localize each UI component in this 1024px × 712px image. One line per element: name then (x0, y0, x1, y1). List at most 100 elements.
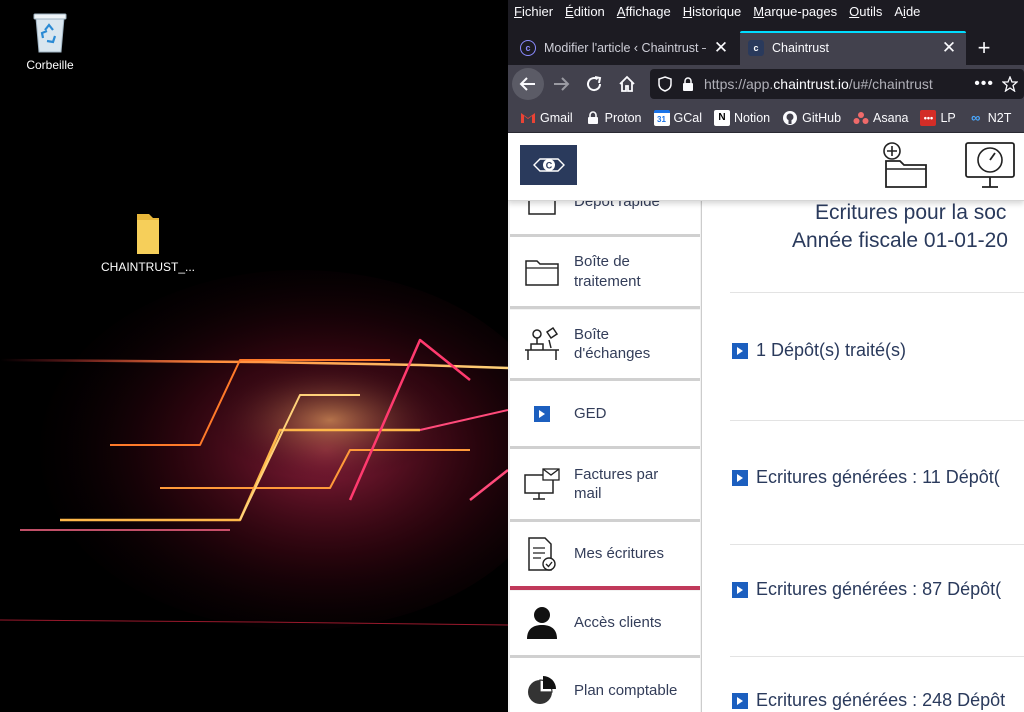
svg-text:C: C (545, 161, 552, 171)
sidebar-item-factures-mail[interactable]: Factures par mail (510, 449, 700, 522)
play-icon (732, 692, 748, 709)
github-icon (782, 110, 798, 126)
lastpass-icon: ••• (920, 109, 937, 126)
asana-icon (853, 110, 869, 126)
menu-aide[interactable]: Aide (894, 4, 920, 19)
arrow-left-icon (519, 77, 535, 91)
bookmark-github[interactable]: GitHub (782, 110, 841, 126)
close-icon[interactable]: ✕ (712, 38, 730, 57)
bookmark-gmail[interactable]: Gmail (520, 110, 573, 126)
bookmark-label: Notion (733, 110, 771, 125)
dashboard-button[interactable] (964, 141, 1016, 194)
menu-fichier[interactable]: Fichier (514, 4, 553, 19)
url-bar[interactable]: https://app. chaintrust.io/u#/chaintrust … (650, 69, 1024, 99)
entry-row[interactable]: 1 Dépôt(s) traité(s) (732, 340, 906, 361)
sidebar-item-label: Accès clients (574, 614, 662, 632)
desktop-icon-label: CHAINTRUST_... (100, 260, 195, 274)
entry-row[interactable]: Ecritures générées : 248 Dépôt (732, 690, 1005, 711)
proton-icon (585, 110, 601, 126)
add-folder-button[interactable] (880, 141, 930, 194)
home-button[interactable] (611, 68, 643, 100)
folder-outline-icon (510, 257, 574, 287)
shield-icon[interactable] (658, 76, 672, 92)
entry-row[interactable]: Ecritures générées : 11 Dépôt( (732, 467, 1000, 488)
desktop-icon-recycle-bin[interactable]: Corbeille (0, 8, 100, 72)
add-folder-icon (883, 142, 927, 188)
dashboard-monitor-icon (965, 142, 1015, 188)
close-icon[interactable]: ✕ (940, 38, 958, 57)
navigation-bar: https://app. chaintrust.io/u#/chaintrust … (508, 65, 1024, 103)
tab-title: Chaintrust (772, 41, 829, 55)
sidebar-item-label: Dépôt rapide (574, 201, 660, 210)
chaintrust-logo[interactable]: C (520, 145, 577, 185)
sidebar-item-boite-echanges[interactable]: Boîte d'échanges (510, 310, 700, 381)
page-actions-icon[interactable]: ••• (966, 75, 1002, 93)
divider (730, 656, 1024, 657)
desk-exchange-icon (510, 326, 574, 362)
main-content: Ecritures pour la soc Année fiscale 01-0… (704, 201, 1024, 712)
play-icon (732, 581, 748, 598)
play-icon (732, 342, 748, 359)
entry-row[interactable]: Ecritures générées : 87 Dépôt( (732, 579, 1001, 600)
sidebar-item-label: Mes écritures (574, 545, 665, 563)
entry-label: Ecritures générées : 87 Dépôt( (756, 579, 1002, 599)
sidebar-item-label: GED (574, 404, 607, 422)
pie-chart-icon (510, 674, 574, 708)
sidebar: Dépôt rapide Boîte de traitement Boîte d… (508, 201, 702, 712)
bookmark-lastpass[interactable]: ••• LP (920, 109, 956, 126)
divider (730, 544, 1024, 545)
bookmark-label: GitHub (802, 110, 842, 125)
bookmark-label: Gmail (540, 110, 573, 125)
bookmark-star-icon[interactable] (1002, 76, 1024, 92)
reload-button[interactable] (578, 68, 610, 100)
menu-historique[interactable]: Historique (683, 4, 742, 19)
play-icon (510, 405, 574, 422)
tab-title: Modifier l'article ‹ Chaintrust — (544, 41, 706, 55)
menu-affichage[interactable]: Affichage (617, 4, 671, 19)
menu-marque-pages[interactable]: Marque-pages (753, 4, 837, 19)
sidebar-item-acces-clients[interactable]: Accès clients (510, 591, 700, 658)
tab-modifier-article[interactable]: c Modifier l'article ‹ Chaintrust — ✕ (512, 31, 738, 65)
back-button[interactable] (512, 68, 544, 100)
bookmark-proton[interactable]: Proton (585, 110, 642, 126)
sidebar-item-mes-ecritures[interactable]: Mes écritures (510, 522, 700, 590)
bookmark-n2t[interactable]: ∞ N2T (968, 110, 1012, 126)
sidebar-item-plan-comptable[interactable]: Plan comptable (510, 658, 700, 712)
fiscal-year-subtitle: Année fiscale 01-01-20 (792, 229, 1008, 252)
sidebar-item-boite-traitement[interactable]: Boîte de traitement (510, 237, 700, 309)
desktop-icon-label: Corbeille (26, 58, 74, 72)
bookmark-notion[interactable]: N Notion (713, 109, 771, 126)
menu-edition[interactable]: Édition (565, 4, 605, 19)
new-tab-button[interactable]: + (968, 31, 1000, 65)
desktop: Corbeille CHAINTRUST_... (0, 0, 508, 712)
bookmark-gcal[interactable]: 31 GCal (653, 109, 702, 126)
menu-outils[interactable]: Outils (849, 4, 882, 19)
forward-button[interactable] (545, 68, 577, 100)
url-host: chaintrust.io (773, 76, 849, 92)
document-check-icon (510, 536, 574, 572)
bookmark-asana[interactable]: Asana (853, 110, 908, 126)
lock-icon[interactable] (682, 76, 694, 92)
sidebar-item-depot-rapide[interactable]: Dépôt rapide (510, 201, 700, 237)
desktop-icon-chaintrust-folder[interactable]: CHAINTRUST_... (98, 212, 198, 274)
sidebar-item-ged[interactable]: GED (510, 381, 700, 449)
sidebar-item-label: Boîte d'échanges (574, 325, 651, 363)
gmail-icon (520, 110, 536, 126)
url-prefix: https://app. (704, 76, 774, 92)
bookmark-label: N2T (987, 110, 1012, 125)
bookmarks-toolbar: Gmail Proton 31 GCal N Notion GitHub Asana… (508, 103, 1024, 133)
app-header: C (508, 133, 1024, 201)
page-title: Ecritures pour la soc (815, 201, 1007, 224)
tab-chaintrust[interactable]: c Chaintrust ✕ (740, 31, 966, 65)
tab-bar: c Modifier l'article ‹ Chaintrust — ✕ c … (508, 22, 1024, 65)
quick-deposit-icon (510, 201, 574, 216)
wallpaper (0, 270, 508, 630)
arrow-right-icon (554, 77, 570, 91)
recycle-bin-icon (33, 13, 67, 53)
bookmark-label: GCal (673, 110, 702, 125)
sidebar-item-label: Boîte de traitement (574, 253, 641, 290)
computer-mail-icon (510, 467, 574, 501)
entry-label: Ecritures générées : 248 Dépôt (756, 690, 1006, 710)
home-icon (619, 75, 635, 92)
bookmark-label: Proton (604, 110, 642, 125)
